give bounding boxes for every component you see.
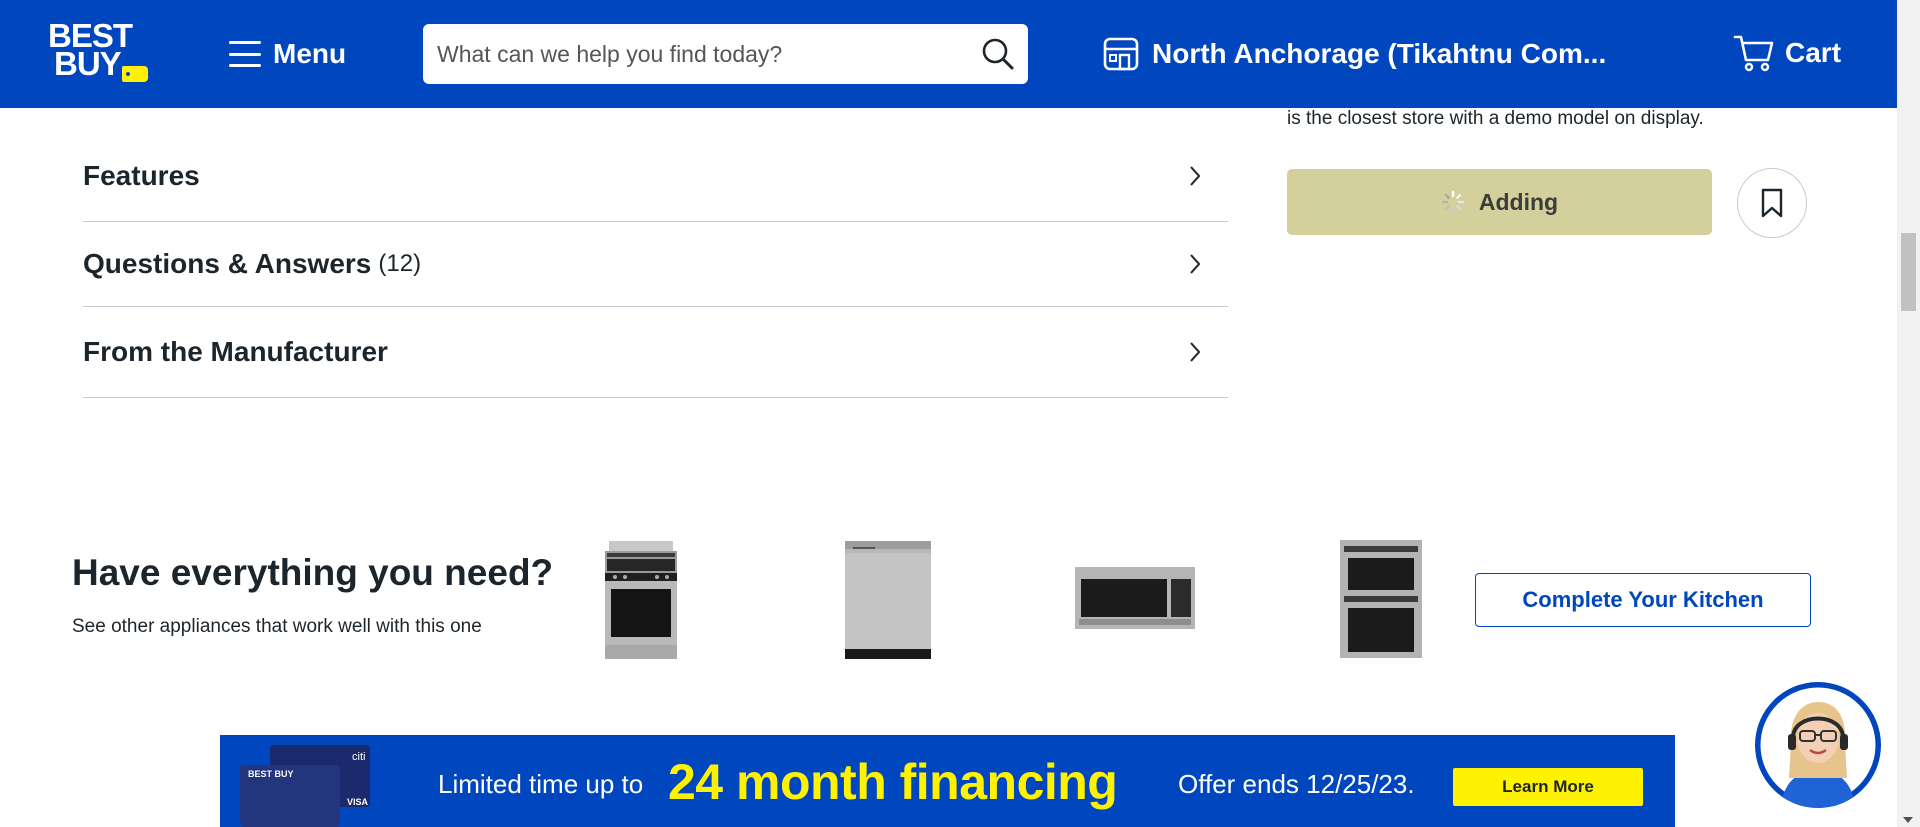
wall-oven-combo-image[interactable] [1338,538,1424,665]
logo-text: BEST BUY [48,17,133,82]
search-button[interactable] [978,36,1018,72]
complete-your-kitchen-button[interactable]: Complete Your Kitchen [1475,573,1811,627]
card-brand-text: citi [352,751,366,763]
bookmark-icon [1761,188,1783,218]
learn-more-label: Learn More [1502,777,1594,796]
cart-icon [1733,35,1774,72]
dishwasher-image[interactable] [843,539,933,666]
banner-pre-text: Limited time up to [438,769,644,799]
save-bookmark-button[interactable] [1737,168,1807,238]
chevron-right-icon [1190,342,1201,362]
add-button-label: Adding [1478,188,1559,215]
learn-more-button[interactable]: Learn More [1453,768,1643,806]
product-details-accordion: Features Questions & Answers (12) From t… [83,130,1228,398]
complete-kitchen-title: Have everything you need? [72,552,554,593]
store-name: North Anchorage (Tikahtnu Com... [1152,38,1607,69]
accordion-title: Features [83,159,200,191]
store-icon [1103,37,1139,71]
cart-label: Cart [1785,37,1842,68]
best-buy-logo[interactable]: BEST BUY [48,17,152,84]
kitchen-button-label: Complete Your Kitchen [1522,587,1764,612]
accordion-title: From the Manufacturer [83,336,388,367]
card-logo-text: BEST BUY [248,769,294,779]
chevron-right-icon [1190,165,1201,186]
loading-spinner-icon [1441,190,1465,214]
chat-assistant-avatar[interactable] [1755,682,1881,808]
demo-store-note: is the closest store with a demo model o… [1287,108,1704,129]
complete-kitchen-subtitle: See other appliances that work well with… [72,616,482,637]
search-bar [423,24,1028,84]
question-count: (12) [378,250,422,277]
hamburger-icon [229,41,261,67]
gas-range-image[interactable] [603,539,679,666]
site-header: BEST BUY Menu North Anchorage (Tikahtnu … [0,0,1897,108]
scroll-down-arrow-icon[interactable] [1903,817,1913,823]
financing-banner[interactable]: BEST BUY citi VISA Limited time up to 24… [220,735,1675,827]
banner-headline: 24 month financing [668,754,1118,810]
search-input[interactable] [437,24,957,84]
accordion-questions-answers[interactable]: Questions & Answers (12) [83,222,1228,307]
menu-button[interactable]: Menu [229,36,346,72]
chevron-right-icon [1190,254,1201,274]
store-selector[interactable]: North Anchorage (Tikahtnu Com... [1102,34,1606,74]
scrollbar-thumb[interactable] [1901,233,1916,311]
over-range-microwave-image[interactable] [1073,565,1197,640]
accordion-from-manufacturer[interactable]: From the Manufacturer [83,307,1228,398]
logo-tag-icon [122,66,148,82]
banner-offer-text: Offer ends 12/25/23. [1178,769,1415,799]
menu-label: Menu [273,38,347,69]
cart-button[interactable]: Cart [1733,33,1841,73]
card-network-text: VISA [347,797,369,807]
search-icon [982,38,1014,70]
accordion-features[interactable]: Features [83,130,1228,222]
page-scrollbar[interactable] [1897,0,1920,827]
add-to-cart-button[interactable]: Adding [1287,169,1712,235]
accordion-title: Questions & Answers [83,248,372,279]
